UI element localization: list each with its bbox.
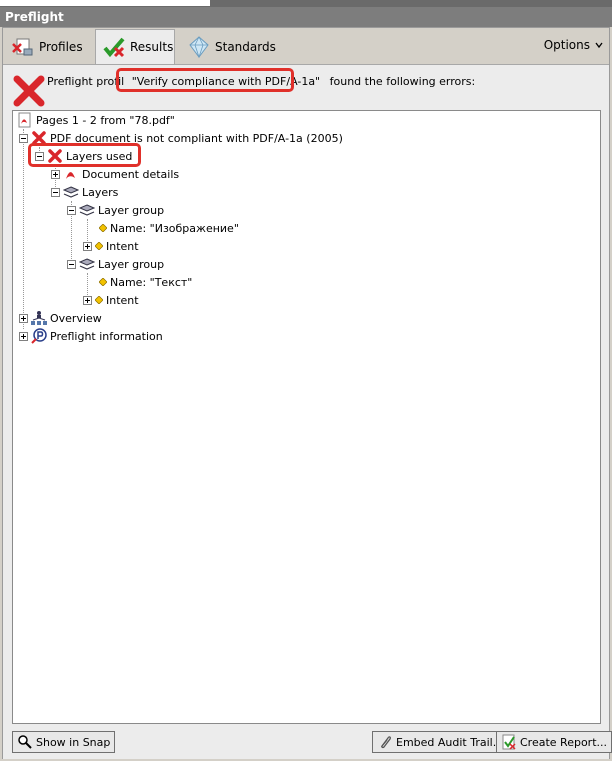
tab-profiles-label: Profiles bbox=[39, 40, 83, 54]
profiles-icon bbox=[12, 38, 33, 56]
tree-label-name-1: Name: "Изображение" bbox=[110, 221, 239, 235]
tree-node-document-details[interactable]: Document details bbox=[51, 165, 179, 183]
tree-label-layer-group-2: Layer group bbox=[98, 257, 165, 271]
collapse-icon[interactable] bbox=[67, 259, 76, 269]
expand-icon[interactable] bbox=[19, 331, 28, 341]
tree-label-name-2: Name: "Текст" bbox=[110, 275, 193, 289]
embed-audit-trail-button[interactable]: Embed Audit Trail... bbox=[372, 731, 509, 753]
tab-results[interactable]: Results bbox=[95, 29, 175, 64]
tab-results-label: Results bbox=[130, 40, 174, 54]
window-title: Preflight bbox=[5, 10, 64, 24]
message-prefix: Preflight profil bbox=[47, 75, 125, 88]
tree-label-preflight-information: Preflight information bbox=[50, 329, 163, 343]
tree-node-overview[interactable]: Overview bbox=[19, 309, 102, 327]
expand-icon[interactable] bbox=[83, 295, 92, 305]
tree-label-document-details: Document details bbox=[82, 167, 180, 181]
report-icon bbox=[502, 734, 516, 750]
tree-node-preflight-information[interactable]: Preflight information bbox=[19, 327, 163, 345]
layers-icon bbox=[63, 186, 79, 198]
paperclip-icon bbox=[381, 736, 391, 749]
layers-icon bbox=[79, 258, 95, 270]
tree-node-intent-2[interactable]: Intent bbox=[83, 291, 139, 309]
options-menu[interactable]: Options bbox=[544, 38, 603, 52]
highlight-profile bbox=[116, 68, 294, 92]
title-bar: Preflight bbox=[0, 7, 612, 27]
tree-line bbox=[23, 129, 24, 329]
tab-standards-label: Standards bbox=[215, 40, 276, 54]
tree-label-layer-group-1: Layer group bbox=[98, 203, 165, 217]
chevron-down-icon bbox=[595, 42, 603, 49]
property-diamond-icon bbox=[99, 278, 107, 286]
create-report-button[interactable]: Create Report... bbox=[496, 731, 612, 753]
tab-standards[interactable]: Standards bbox=[187, 31, 276, 63]
collapse-icon[interactable] bbox=[19, 133, 28, 143]
collapse-icon[interactable] bbox=[67, 205, 76, 215]
pdf-icon bbox=[66, 172, 75, 179]
tree-node-pages[interactable]: Pages 1 - 2 from "78.pdf" bbox=[17, 111, 175, 129]
top-strip bbox=[0, 0, 612, 7]
tree-label-layers: Layers bbox=[82, 185, 119, 199]
result-message: Preflight profil "Verify compliance with… bbox=[11, 68, 601, 107]
create-report-label: Create Report... bbox=[520, 735, 608, 749]
tree-label-intent-1: Intent bbox=[106, 239, 139, 253]
expand-icon[interactable] bbox=[83, 241, 92, 251]
tree-node-layers[interactable]: Layers bbox=[51, 183, 118, 201]
message-suffix: found the following errors: bbox=[329, 75, 476, 88]
tree-node-name-1[interactable]: Name: "Изображение" bbox=[99, 219, 239, 237]
preflight-panel: Profiles Results Standards Options Prefl… bbox=[2, 27, 612, 759]
tab-profiles[interactable]: Profiles bbox=[11, 31, 83, 63]
magnifier-icon bbox=[18, 735, 32, 749]
property-diamond-icon bbox=[95, 296, 103, 304]
show-in-snap-label: Show in Snap bbox=[36, 735, 111, 749]
results-tree[interactable]: Pages 1 - 2 from "78.pdf" PDF document i… bbox=[12, 110, 601, 724]
tree-label-overview: Overview bbox=[50, 311, 102, 325]
tree-node-layer-group-2[interactable]: Layer group bbox=[67, 255, 164, 273]
expand-icon[interactable] bbox=[19, 313, 28, 323]
tree-node-layer-group-1[interactable]: Layer group bbox=[67, 201, 164, 219]
tab-strip: Profiles Results Standards Options bbox=[3, 28, 609, 64]
expand-icon[interactable] bbox=[51, 169, 60, 179]
tree-node-intent-1[interactable]: Intent bbox=[83, 237, 139, 255]
highlight-layers-used bbox=[28, 143, 141, 167]
tree-node-name-2[interactable]: Name: "Текст" bbox=[99, 273, 192, 291]
layers-icon bbox=[79, 204, 95, 216]
preflight-icon bbox=[31, 328, 47, 344]
embed-audit-trail-label: Embed Audit Trail... bbox=[396, 735, 504, 749]
footer-bar: Show in Snap Embed Audit Trail... Create… bbox=[3, 725, 612, 759]
top-strip-white bbox=[0, 0, 210, 6]
tree-label-pages: Pages 1 - 2 from "78.pdf" bbox=[36, 113, 175, 127]
tree-label-intent-2: Intent bbox=[106, 293, 139, 307]
show-in-snap-button[interactable]: Show in Snap bbox=[12, 731, 116, 753]
error-x-icon bbox=[13, 75, 45, 107]
options-label: Options bbox=[543, 38, 590, 52]
collapse-icon[interactable] bbox=[51, 187, 60, 197]
property-diamond-icon bbox=[99, 224, 107, 232]
results-content: Preflight profil "Verify compliance with… bbox=[3, 64, 612, 759]
check-icon bbox=[103, 37, 125, 58]
diamond-icon bbox=[189, 36, 209, 59]
pdf-page-icon bbox=[18, 112, 31, 128]
property-diamond-icon bbox=[95, 242, 103, 250]
overview-icon bbox=[31, 311, 47, 325]
